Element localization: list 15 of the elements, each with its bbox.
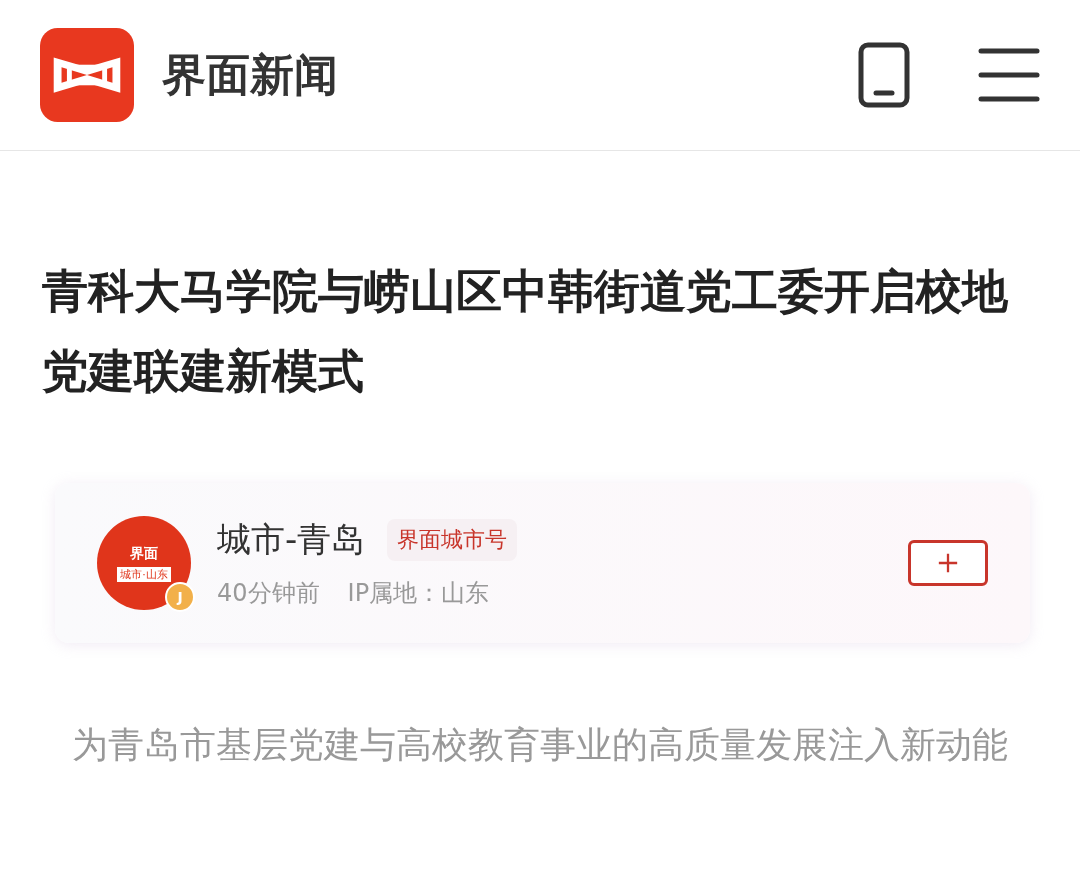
plus-icon	[937, 552, 959, 574]
menu-icon[interactable]	[978, 47, 1040, 103]
account-tag: 界面城市号	[387, 519, 518, 561]
level-badge: J	[165, 582, 195, 612]
avatar-logo-text: 界面	[130, 544, 158, 563]
app-logo-icon[interactable]	[40, 28, 134, 122]
author-name[interactable]: 城市-青岛	[217, 517, 366, 563]
ip-location: IP属地：山东	[347, 578, 490, 609]
brand-name: 界面新闻	[162, 47, 338, 102]
publish-time: 40分钟前	[217, 578, 320, 609]
article-summary: 为青岛市基层党建与高校教育事业的高质量发展注入新动能	[71, 723, 1009, 767]
avatar-caption: 城市·山东	[117, 566, 171, 582]
follow-button[interactable]	[908, 540, 988, 586]
article-title: 青科大马学院与崂山区中韩街道党工委开启校地党建联建新模式	[42, 263, 1009, 400]
tablet-icon[interactable]	[858, 42, 910, 108]
